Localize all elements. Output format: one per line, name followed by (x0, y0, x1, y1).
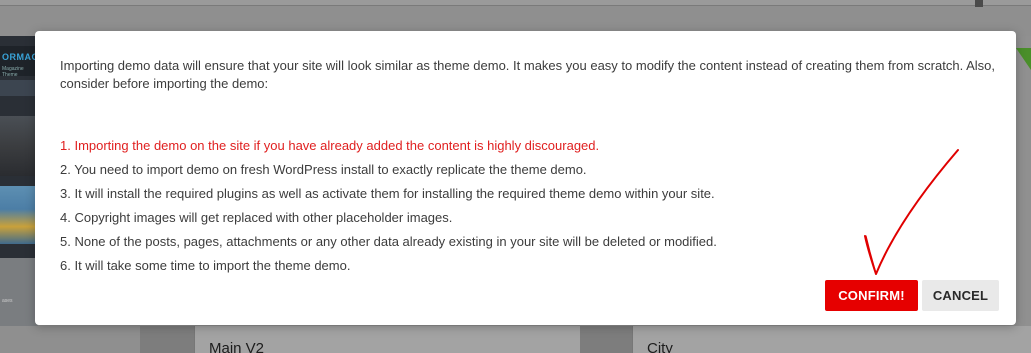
theme-thumbnail-left: ORMAG Magazine Theme ases ith (0, 36, 38, 326)
import-demo-dialog: Importing demo data will ensure that you… (35, 31, 1016, 325)
demo-card-name: City (647, 340, 673, 353)
import-note: 6. It will take some time to import the … (60, 258, 351, 273)
theme-card-right-edge (1016, 36, 1031, 326)
thumbnail-nav-strip (0, 80, 38, 96)
thumbnail-logo-text: ORMAG (2, 52, 38, 62)
demo-card-city (632, 326, 1031, 353)
import-note: 5. None of the posts, pages, attachments… (60, 234, 717, 249)
demo-card-name: Main V2 (209, 340, 265, 353)
thumbnail-text: ases (2, 298, 13, 304)
import-note: 4. Copyright images will get replaced wi… (60, 210, 453, 225)
thumbnail-footer (0, 258, 38, 326)
demo-card-tab-right (580, 326, 632, 353)
confirm-button[interactable]: CONFIRM! (825, 280, 918, 311)
import-note: 2. You need to import demo on fresh Word… (60, 162, 587, 177)
demo-card-tab-left (140, 326, 194, 353)
thumbnail-image (0, 116, 38, 176)
import-notes-list: 1. Importing the demo on the site if you… (60, 134, 995, 278)
import-note: 3. It will install the required plugins … (60, 186, 715, 201)
dialog-intro-text: Importing demo data will ensure that you… (60, 58, 995, 91)
top-strip (0, 0, 1031, 6)
import-note-warning: 1. Importing the demo on the site if you… (60, 138, 600, 153)
thumbnail-image (0, 186, 38, 244)
thumbnail-tagline: Magazine Theme (2, 66, 24, 78)
cancel-button[interactable]: CANCEL (922, 280, 999, 311)
top-scroll-marker (975, 0, 983, 7)
green-ribbon-corner (1016, 48, 1031, 70)
